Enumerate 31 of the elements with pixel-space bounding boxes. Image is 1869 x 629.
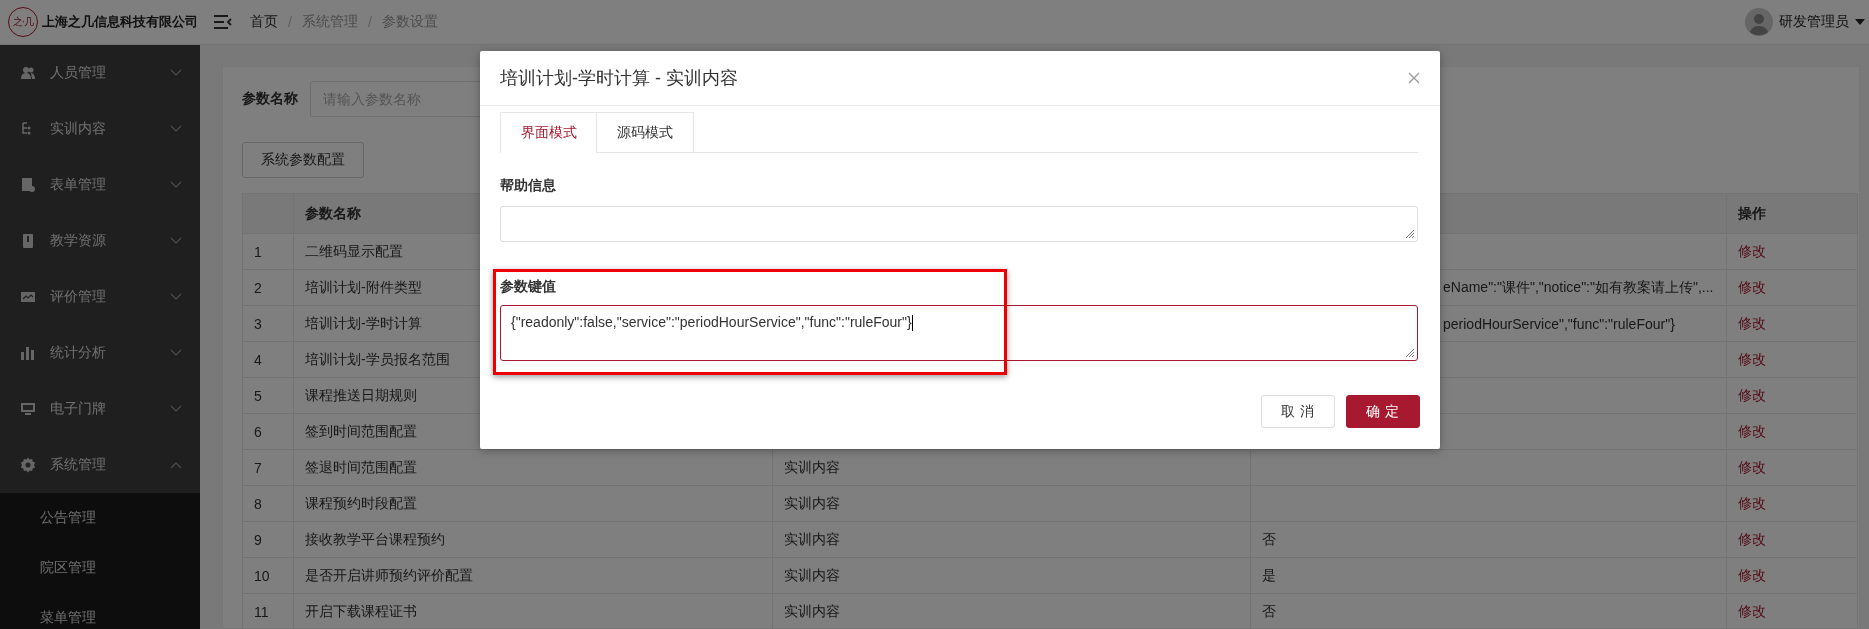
table-cell: 课程预约时段配置 (293, 485, 773, 522)
breadcrumb-separator: / (288, 14, 292, 30)
table-cell: 5 (242, 377, 294, 414)
table-cell: 否 (1262, 602, 1276, 619)
table-cell: 接收教学平台课程预约 (293, 521, 773, 558)
field-label: 帮助信息 (500, 177, 556, 193)
company-name: 上海之几信息科技有限公司 (42, 13, 198, 31)
table-cell: 实训内容 (784, 602, 840, 619)
field-label: 参数键值 (500, 278, 556, 294)
table-cell: 2 (242, 269, 294, 306)
table-cell: eName":"课件","notice":"如有教案请上传",... (1443, 278, 1714, 295)
table-cell: 10 (242, 557, 294, 594)
table-cell: 实训内容 (784, 530, 840, 547)
table-cell: 4 (242, 341, 294, 378)
table-cell: 是否开启讲师预约评价配置 (293, 557, 773, 594)
table-cell: 实训内容 (784, 566, 840, 583)
table-cell: 6 (242, 413, 294, 450)
table-cell: 实训内容 (784, 494, 840, 511)
table-cell: 1 (242, 233, 294, 270)
table-cell: 否 (1262, 530, 1276, 547)
breadcrumb-separator: / (367, 14, 372, 30)
column-header: 操作 (1726, 193, 1858, 234)
table-cell: 9 (242, 521, 294, 558)
table-cell: 3 (242, 305, 294, 342)
search-label: 参数名称 (242, 90, 298, 108)
table-cell: 7 (242, 449, 294, 486)
table-cell: 实训内容 (784, 458, 840, 475)
table-cell: 是 (1262, 566, 1276, 583)
table-cell: periodHourService","func":"ruleFour"} (1443, 315, 1675, 332)
table-cell: 8 (242, 485, 294, 522)
table-cell: 11 (242, 593, 294, 629)
